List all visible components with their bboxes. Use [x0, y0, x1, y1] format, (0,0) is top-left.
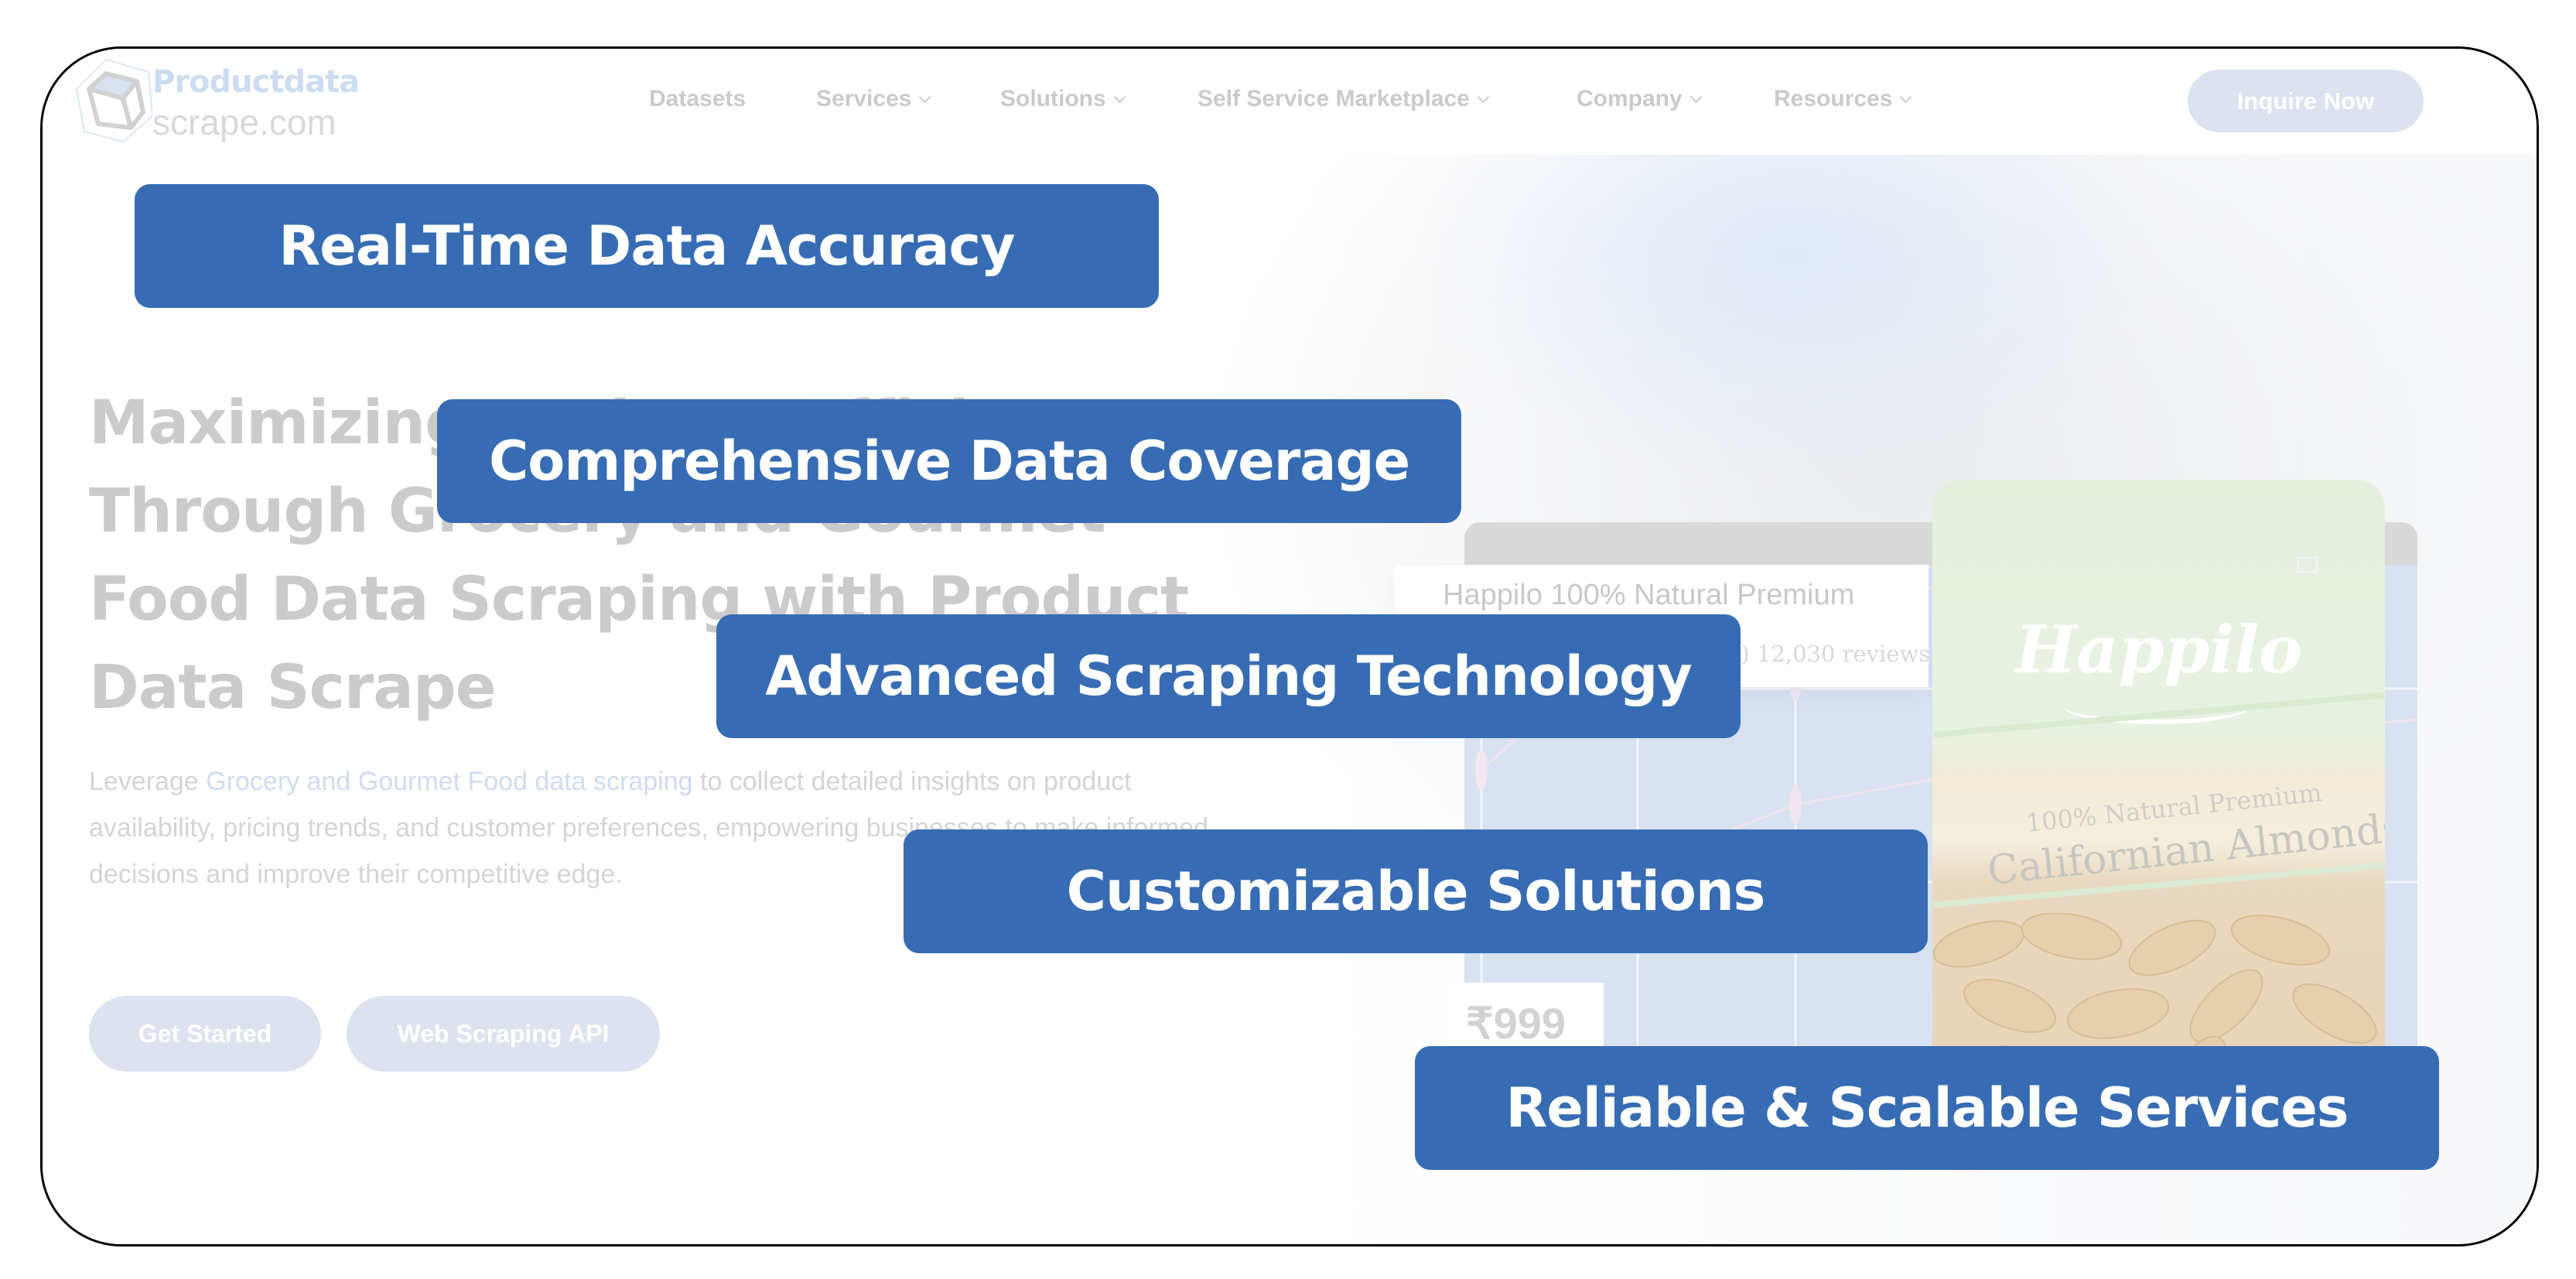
inquire-now-button[interactable]: Inquire Now [2188, 70, 2424, 132]
chevron-down-icon [1900, 91, 1912, 104]
feature-label-data-coverage: Comprehensive Data Coverage [437, 399, 1461, 523]
feature-label-scraping-technology: Advanced Scraping Technology [716, 614, 1741, 738]
data-point [1789, 785, 1802, 825]
nav-item-datasets[interactable]: Datasets [649, 86, 746, 112]
web-scraping-api-button[interactable]: Web Scraping API [347, 996, 660, 1072]
logo-text-primary: Productdata [152, 64, 360, 100]
chevron-down-icon [919, 91, 931, 104]
chevron-down-icon [1689, 91, 1702, 104]
grocery-scraping-link[interactable]: Grocery and Gourmet Food data scraping [206, 767, 692, 796]
logo-text-secondary: scrape.com [152, 102, 337, 142]
nav-item-solutions[interactable]: Solutions [1000, 86, 1126, 112]
page-frame: Maximizing Business Efficiency Through G… [40, 46, 2539, 1247]
data-point [1475, 750, 1488, 790]
site-header: Productdata scrape.com Datasets Services… [43, 49, 2537, 155]
nav-label: Datasets [649, 86, 746, 111]
nav-label: Company [1577, 86, 1683, 111]
cube-logo-icon [75, 58, 152, 143]
nav-label: Services [816, 86, 912, 111]
nav-item-company[interactable]: Company [1577, 86, 1702, 112]
feature-label-real-time-accuracy: Real-Time Data Accuracy [135, 184, 1159, 308]
nav-item-services[interactable]: Services [816, 86, 931, 112]
chevron-down-icon [1477, 91, 1490, 104]
nav-label: Solutions [1000, 86, 1106, 111]
package-brand: Happilo [2014, 611, 2303, 688]
product-title: Happilo 100% Natural Premium [1443, 579, 1855, 611]
nav-label: Self Service Marketplace [1197, 86, 1470, 111]
paragraph-prefix: Leverage [89, 767, 207, 796]
get-started-button[interactable]: Get Started [89, 996, 321, 1072]
feature-label-reliable-services: Reliable & Scalable Services [1415, 1046, 2439, 1170]
site-logo[interactable]: Productdata scrape.com [75, 58, 400, 151]
veg-mark-icon [2298, 557, 2318, 573]
product-price: ₹999 [1466, 999, 1566, 1048]
feature-label-customizable-solutions: Customizable Solutions [904, 829, 1928, 953]
chevron-down-icon [1113, 91, 1126, 104]
nav-item-resources[interactable]: Resources [1774, 86, 1912, 112]
nav-item-self-service-marketplace[interactable]: Self Service Marketplace [1197, 86, 1490, 112]
nav-label: Resources [1774, 86, 1893, 111]
almond-package-image: Happilo 100% Natural Premium Californian… [1932, 480, 2385, 1130]
